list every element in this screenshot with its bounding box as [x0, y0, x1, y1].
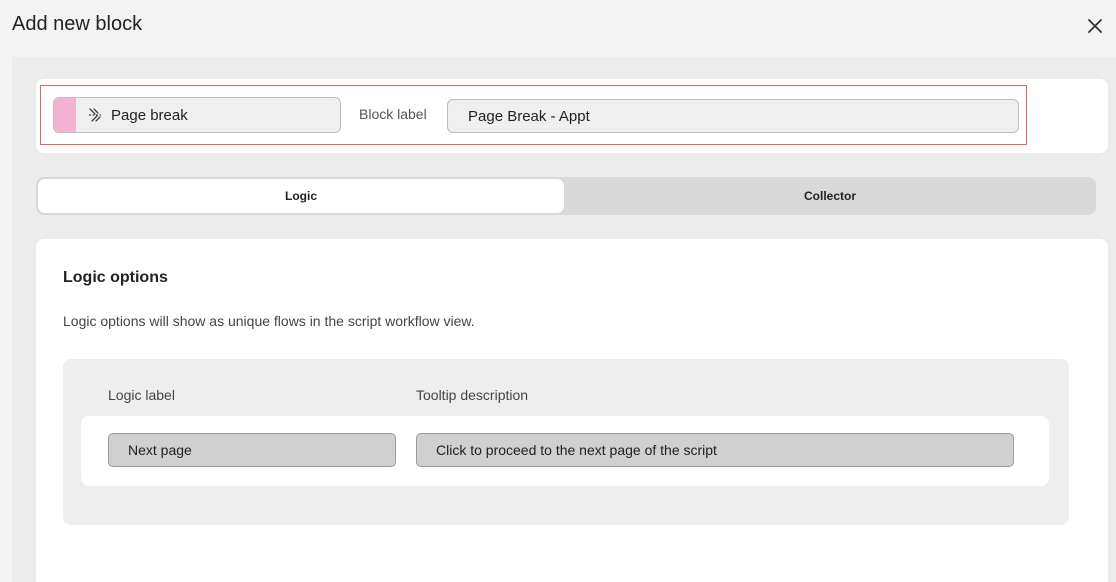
tab-bar: Logic Collector — [36, 177, 1096, 215]
logic-options-panel: Logic options Logic options will show as… — [36, 239, 1108, 582]
column-header-tooltip-description: Tooltip description — [416, 387, 529, 403]
block-type-label: Page break — [111, 106, 188, 124]
dialog-title: Add new block — [12, 13, 143, 35]
logic-options-description: Logic options will show as unique flows … — [63, 313, 475, 329]
block-label-input[interactable]: Page Break - Appt — [447, 99, 1019, 133]
logic-label-input[interactable]: Next page — [108, 433, 396, 467]
highlight-outline: Page break Block label Page Break - Appt — [40, 85, 1027, 145]
column-header-logic-label: Logic label — [108, 387, 175, 403]
tab-logic[interactable]: Logic — [38, 179, 564, 213]
block-settings-card: Page break Block label Page Break - Appt — [36, 79, 1108, 153]
dialog-header: Add new block — [0, 0, 1116, 56]
close-icon — [1088, 19, 1102, 33]
page-break-icon — [86, 106, 104, 124]
block-type-color-swatch — [54, 98, 76, 132]
block-label-caption: Block label — [359, 106, 427, 122]
logic-option-row: Next page Click to proceed to the next p… — [81, 416, 1049, 486]
close-button[interactable] — [1081, 12, 1109, 40]
tab-collector[interactable]: Collector — [566, 179, 1094, 213]
logic-options-table: Logic label Tooltip description Next pag… — [63, 359, 1069, 525]
block-type-selector[interactable]: Page break — [53, 97, 341, 133]
tooltip-description-input[interactable]: Click to proceed to the next page of the… — [416, 433, 1014, 467]
dialog-body: Page break Block label Page Break - Appt… — [12, 57, 1116, 582]
logic-options-title: Logic options — [63, 269, 168, 286]
